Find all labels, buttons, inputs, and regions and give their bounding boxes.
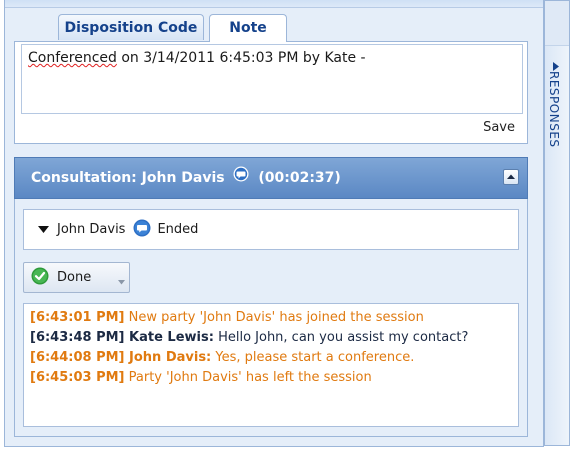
tab-note[interactable]: Note	[209, 14, 287, 42]
agent-workspace: Disposition Code Note Conferenced on 3/1…	[0, 0, 574, 452]
consultation-header: Consultation: John Davis (00:02:37)	[14, 157, 528, 199]
consultation-body: John Davis Ended Done [6:43:01 PM] New p…	[14, 199, 528, 437]
tab-disposition-code[interactable]: Disposition Code	[58, 14, 204, 40]
consultation-duration: (00:02:37)	[258, 170, 341, 186]
note-panel: Conferenced on 3/14/2011 6:45:03 PM by K…	[14, 41, 528, 144]
note-textarea[interactable]: Conferenced on 3/14/2011 6:45:03 PM by K…	[21, 44, 523, 114]
chat-icon	[233, 158, 249, 198]
party-row: John Davis Ended	[23, 209, 519, 250]
transcript-line: [6:45:03 PM] Party 'John Davis' has left…	[30, 370, 372, 385]
transcript-line: [6:43:48 PM] Kate Lewis: Hello John, can…	[30, 330, 469, 345]
party-status: Ended	[157, 222, 199, 237]
collapse-button[interactable]	[503, 169, 519, 185]
note-text-rest: on 3/14/2011 6:45:03 PM by Kate -	[116, 50, 366, 66]
top-strip	[5, 0, 543, 8]
consultation-title: Consultation: John Davis	[31, 170, 225, 186]
transcript-line: [6:43:01 PM] New party 'John Davis' has …	[30, 310, 424, 325]
dropdown-arrow-icon[interactable]	[118, 274, 125, 289]
chat-status-icon	[133, 219, 151, 241]
party-name: John Davis	[57, 222, 126, 237]
chat-transcript[interactable]: [6:43:01 PM] New party 'John Davis' has …	[23, 303, 519, 427]
transcript-line: [6:44:08 PM] John Davis: Yes, please sta…	[30, 350, 415, 365]
responses-label: RESPONSES	[547, 71, 561, 148]
collapse-icon	[507, 174, 515, 179]
note-text-misspelled-word: Conferenced	[28, 50, 117, 66]
done-label: Done	[57, 270, 92, 285]
save-button[interactable]: Save	[483, 120, 515, 135]
caret-down-icon[interactable]	[38, 222, 49, 237]
responses-side-tab[interactable]: RESPONSES	[544, 0, 570, 446]
check-icon	[31, 267, 49, 289]
responses-top-strip	[545, 1, 569, 46]
done-button[interactable]: Done	[23, 262, 130, 293]
